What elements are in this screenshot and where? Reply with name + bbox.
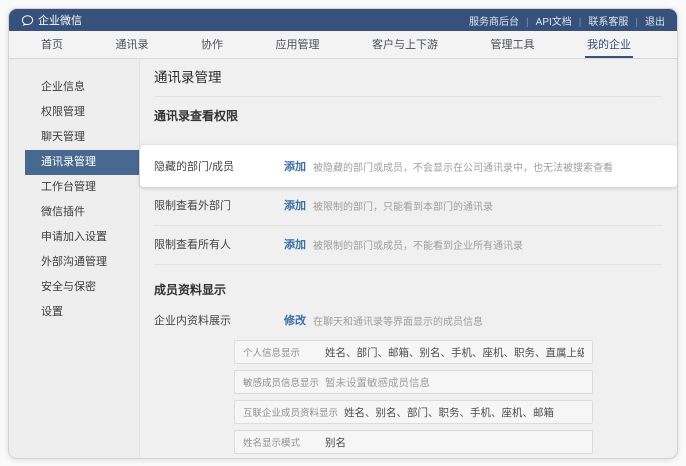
profile-display-table: 个人信息显示 姓名、部门、邮箱、别名、手机、座机、职务、直属上级、官网、测...… — [234, 340, 593, 458]
nav-tab[interactable]: 我的企业 — [585, 31, 633, 58]
sidebar-item[interactable]: 工作台管理 — [25, 175, 139, 200]
table-row-label: 敏感成员信息显示 — [243, 378, 320, 389]
table-row-label: 互联企业成员资料显示 — [243, 408, 339, 419]
permission-row: 限制查看所有人 添加 被限制的部门或成员，不能看到企业所有通讯录 — [154, 226, 662, 265]
sidebar-item[interactable]: 聊天管理 — [25, 125, 139, 150]
sidebar-item[interactable]: 企业信息 — [25, 75, 139, 100]
app-window: 企业微信 服务商后台 API文档 联系客服 退出 首页 通讯录 协作 应用管理 … — [8, 8, 678, 459]
add-link[interactable]: 添加 — [284, 158, 306, 174]
permission-row-label: 限制查看外部门 — [154, 200, 231, 212]
main-panel: 通讯录管理 通讯录查看权限 隐藏的部门/成员 添加 被隐藏的部门或成员，不会显示… — [140, 59, 677, 458]
sidebar-item[interactable]: 申请加入设置 — [25, 225, 139, 250]
app-logo: 企业微信 — [21, 12, 82, 28]
topbar-links: 服务商后台 API文档 联系客服 退出 — [469, 13, 665, 28]
nav-tab[interactable]: 管理工具 — [489, 31, 537, 58]
nav-tab[interactable]: 协作 — [199, 31, 225, 58]
sidebar: 企业信息 权限管理 聊天管理 通讯录管理 工作台管理 微信插件 申请加入设置 外… — [9, 59, 140, 458]
topbar-link[interactable]: 联系客服 — [588, 13, 645, 28]
content-body: 企业信息 权限管理 聊天管理 通讯录管理 工作台管理 微信插件 申请加入设置 外… — [9, 59, 677, 458]
page-title: 通讯录管理 — [154, 70, 222, 85]
nav-tab[interactable]: 首页 — [39, 31, 65, 58]
topbar-link[interactable]: API文档 — [536, 13, 589, 28]
permission-row-desc: 被限制的部门，只能看到本部门的通讯录 — [313, 201, 493, 213]
table-row-value: 别名 — [325, 436, 346, 449]
profile-edit-desc: 在聊天和通讯录等界面显示的成员信息 — [313, 316, 483, 328]
table-row-value: 姓名、部门、邮箱、别名、手机、座机、职务、直属上级、官网、测... — [325, 346, 584, 359]
table-row-label: 姓名显示模式 — [243, 438, 301, 449]
sidebar-item[interactable]: 通讯录管理 — [25, 150, 139, 175]
permission-row-label: 限制查看所有人 — [154, 239, 231, 251]
sidebar-item[interactable]: 权限管理 — [25, 100, 139, 125]
permission-row-label: 隐藏的部门/成员 — [154, 161, 235, 173]
table-row: 姓名显示模式 别名 — [234, 430, 593, 454]
wecom-chat-bubble-icon — [21, 14, 34, 27]
profile-edit-label: 企业内资料展示 — [154, 315, 231, 327]
table-row-value: 姓名、别名、部门、职务、手机、座机、邮箱 — [344, 406, 555, 419]
app-logo-text: 企业微信 — [38, 15, 82, 27]
sidebar-item[interactable]: 外部沟通管理 — [25, 250, 139, 275]
add-link[interactable]: 添加 — [284, 197, 306, 213]
permission-row: 隐藏的部门/成员 添加 被隐藏的部门或成员，不会显示在公司通讯录中，也无法被搜索… — [140, 145, 677, 187]
topbar-link[interactable]: 服务商后台 — [469, 13, 536, 28]
modify-link[interactable]: 修改 — [284, 312, 306, 328]
permission-row-desc: 被限制的部门或成员，不能看到企业所有通讯录 — [313, 240, 523, 252]
sidebar-item[interactable]: 设置 — [25, 300, 139, 325]
section-heading-view-permission: 通讯录查看权限 — [154, 109, 239, 123]
table-row-label: 个人信息显示 — [243, 348, 301, 359]
table-row: 敏感成员信息显示 暂未设置敏感成员信息 — [234, 370, 593, 394]
table-row-value: 暂未设置敏感成员信息 — [325, 376, 431, 389]
title-divider — [154, 96, 662, 97]
permission-row: 限制查看外部门 添加 被限制的部门，只能看到本部门的通讯录 — [154, 187, 662, 226]
topbar-link[interactable]: 退出 — [645, 13, 665, 28]
table-row: 互联企业成员资料显示 姓名、别名、部门、职务、手机、座机、邮箱 — [234, 400, 593, 424]
nav-tab[interactable]: 应用管理 — [274, 31, 322, 58]
add-link[interactable]: 添加 — [284, 236, 306, 252]
nav-tab[interactable]: 通讯录 — [114, 31, 151, 58]
profile-edit-row: 企业内资料展示 修改 在聊天和通讯录等界面显示的成员信息 — [154, 312, 662, 328]
table-row: 个人信息显示 姓名、部门、邮箱、别名、手机、座机、职务、直属上级、官网、测... — [234, 340, 593, 364]
section-heading-profile-display: 成员资料显示 — [154, 283, 227, 297]
sidebar-item[interactable]: 微信插件 — [25, 200, 139, 225]
permission-row-desc: 被隐藏的部门或成员，不会显示在公司通讯录中，也无法被搜索查看 — [313, 162, 613, 174]
sidebar-item[interactable]: 安全与保密 — [25, 275, 139, 300]
nav-tab[interactable]: 客户与上下游 — [370, 31, 440, 58]
topbar: 企业微信 服务商后台 API文档 联系客服 退出 — [9, 9, 677, 31]
primary-nav: 首页 通讯录 协作 应用管理 客户与上下游 管理工具 我的企业 — [9, 31, 677, 59]
